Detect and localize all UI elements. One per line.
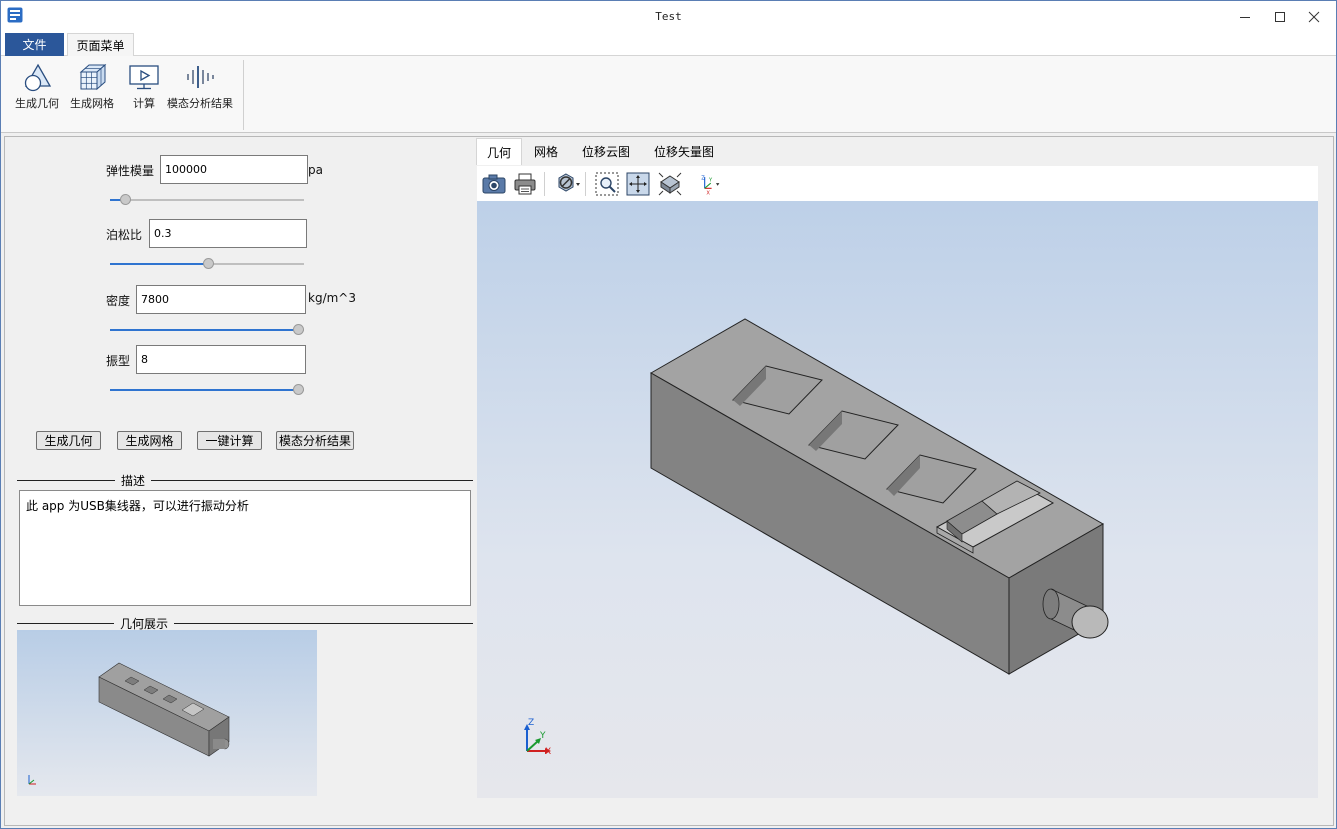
- description-group-line: [17, 480, 473, 481]
- description-textbox[interactable]: 此 app 为USB集线器，可以进行振动分析: [19, 490, 471, 606]
- geometry-preview-image: [17, 630, 317, 796]
- compute-icon: [129, 65, 159, 90]
- elastic-modulus-input[interactable]: 100000: [160, 155, 308, 184]
- generate-mesh-button[interactable]: 生成网格: [117, 431, 182, 450]
- close-button[interactable]: [1297, 1, 1331, 32]
- preview-axis-triad-icon: [28, 775, 36, 785]
- slider-thumb[interactable]: [203, 258, 214, 269]
- axis-x-label: X: [545, 747, 552, 757]
- view-tab-bar: 几何 网格 位移云图 位移矢量图: [476, 138, 1319, 165]
- slider-thumb[interactable]: [293, 384, 304, 395]
- tab-geometry[interactable]: 几何: [476, 138, 522, 165]
- toolbar-separator: [585, 172, 586, 196]
- svg-text:X: X: [706, 190, 710, 196]
- ribbon-generate-geometry-button[interactable]: 生成几何: [15, 62, 59, 111]
- app-window: Test 文件 页面菜单 生成几何 生成网格 计算 模态分析结果 弹性模量 10…: [0, 0, 1337, 829]
- poisson-ratio-slider[interactable]: [110, 258, 304, 270]
- ribbon-modal-result-button[interactable]: 模态分析结果: [167, 62, 233, 111]
- ribbon-compute-button[interactable]: 计算: [127, 62, 161, 111]
- tab-page-menu[interactable]: 页面菜单: [67, 33, 134, 57]
- 3d-viewport[interactable]: Z Y X: [477, 201, 1318, 798]
- camera-icon[interactable]: [481, 171, 507, 197]
- fit-all-icon[interactable]: [625, 171, 651, 197]
- poisson-ratio-label: 泊松比: [106, 228, 143, 242]
- ribbon-separator: [243, 60, 244, 130]
- elastic-modulus-label: 弹性模量: [106, 164, 155, 178]
- geometry-thumbnail: [98, 662, 230, 757]
- ribbon-tab-bar: 文件 页面菜单: [1, 32, 1336, 57]
- generate-geometry-button[interactable]: 生成几何: [36, 431, 101, 450]
- slider-thumb[interactable]: [120, 194, 131, 205]
- density-unit: kg/m^3: [308, 291, 356, 305]
- tab-displacement-contour[interactable]: 位移云图: [576, 138, 636, 165]
- mesh-icon: [79, 63, 107, 91]
- svg-text:Z: Z: [701, 176, 705, 182]
- mode-shape-label: 振型: [106, 354, 131, 368]
- view-toolbar: Z Y X: [477, 166, 1318, 201]
- elastic-modulus-unit: pa: [308, 163, 323, 177]
- elastic-modulus-slider[interactable]: [110, 194, 304, 206]
- ribbon-generate-mesh-button[interactable]: 生成网格: [70, 62, 114, 111]
- svg-text:Y: Y: [708, 177, 713, 183]
- axis-z-label: Z: [528, 718, 535, 728]
- ribbon-button-label: 模态分析结果: [167, 97, 233, 110]
- axis-y-label: Y: [540, 731, 546, 741]
- tab-file[interactable]: 文件: [5, 33, 64, 56]
- toolbar-separator: [544, 172, 545, 196]
- view-cube-icon[interactable]: [657, 171, 683, 197]
- one-click-compute-button[interactable]: 一键计算: [197, 431, 262, 450]
- modal-result-icon: [187, 66, 214, 88]
- ribbon-panel: 生成几何 生成网格 计算 模态分析结果: [1, 56, 1336, 133]
- tab-displacement-vector[interactable]: 位移矢量图: [648, 138, 720, 165]
- zoom-window-icon[interactable]: [594, 171, 620, 197]
- minimize-button[interactable]: [1228, 1, 1262, 32]
- ribbon-button-label: 生成网格: [70, 97, 114, 110]
- mode-shape-slider[interactable]: [110, 384, 304, 396]
- hide-icon[interactable]: [555, 171, 581, 197]
- tab-mesh[interactable]: 网格: [528, 138, 564, 165]
- window-title: Test: [655, 10, 682, 23]
- axis-icon[interactable]: Z Y X: [696, 171, 722, 197]
- modal-result-button[interactable]: 模态分析结果: [276, 431, 354, 450]
- density-input[interactable]: 7800: [136, 285, 306, 314]
- usb-hub-model: [649, 318, 1109, 675]
- density-label: 密度: [106, 294, 131, 308]
- density-slider[interactable]: [110, 324, 304, 336]
- close-icon: [1308, 11, 1320, 22]
- poisson-ratio-input[interactable]: 0.3: [149, 219, 307, 248]
- description-group-title: 描述: [115, 472, 152, 489]
- maximize-icon: [1275, 11, 1285, 22]
- minimize-icon: [1240, 16, 1250, 18]
- maximize-button[interactable]: [1263, 1, 1297, 32]
- geometry-preview-group-line: [17, 623, 473, 624]
- ribbon-button-label: 计算: [133, 97, 155, 110]
- title-bar: Test: [1, 1, 1336, 32]
- mode-shape-input[interactable]: 8: [136, 345, 306, 374]
- slider-thumb[interactable]: [293, 324, 304, 335]
- geometry-icon: [24, 63, 52, 92]
- print-icon[interactable]: [512, 171, 538, 197]
- ribbon-button-label: 生成几何: [15, 97, 59, 110]
